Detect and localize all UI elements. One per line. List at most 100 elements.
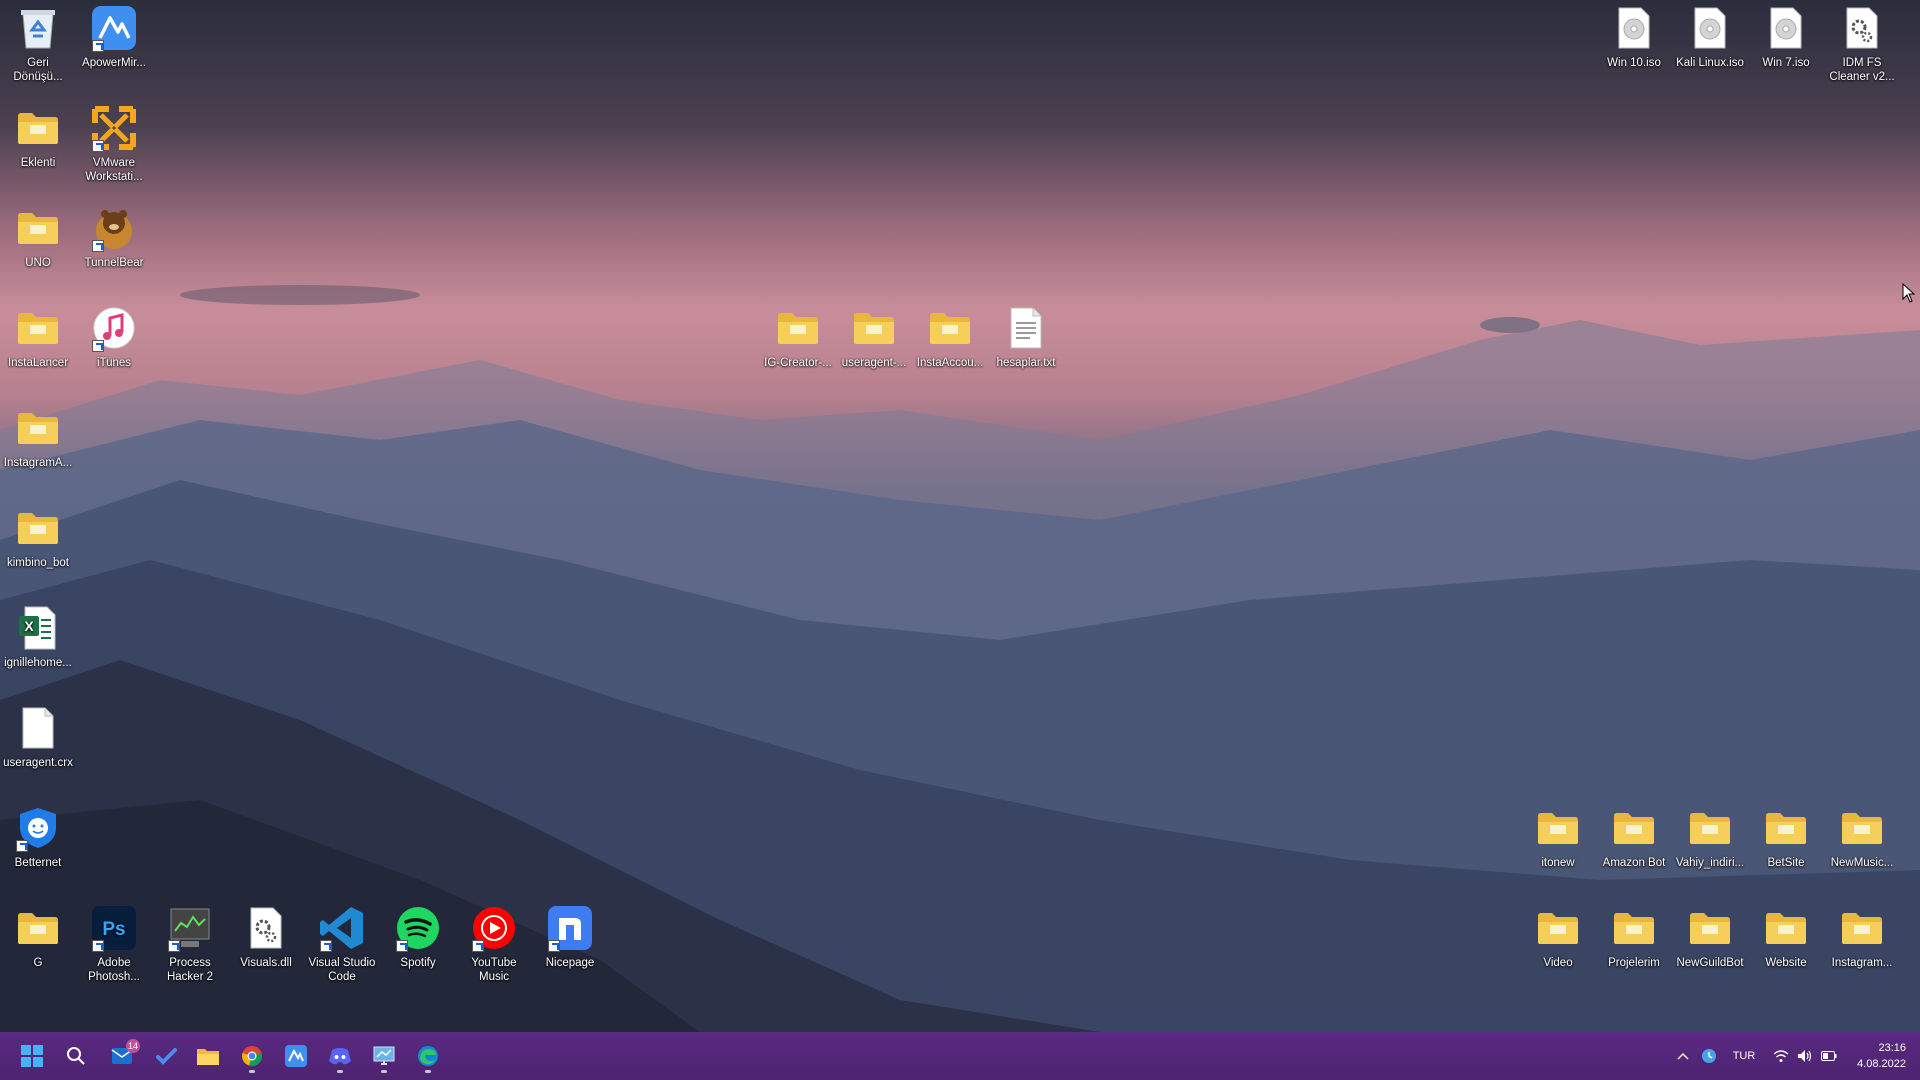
show-hidden-icons-chevron-icon[interactable] <box>1672 1032 1694 1080</box>
excel-file-icon: X <box>14 604 62 652</box>
desktop-icon[interactable]: Visuals.dll <box>228 904 304 970</box>
disc-image-icon <box>1762 4 1810 52</box>
discord-icon <box>328 1046 352 1066</box>
desktop-icon[interactable]: Betternet <box>0 804 76 870</box>
language-indicator[interactable]: TUR <box>1728 1032 1760 1080</box>
desktop-icon[interactable]: Website <box>1748 904 1824 970</box>
desktop-icon[interactable]: itonew <box>1520 804 1596 870</box>
desktop-icon[interactable]: Video <box>1520 904 1596 970</box>
recycle-bin-icon <box>14 4 62 52</box>
desktop-icon[interactable]: G <box>0 904 76 970</box>
file-explorer-icon <box>196 1046 220 1066</box>
desktop-icon-label: NewMusic... <box>1830 857 1894 869</box>
folder-icon <box>14 404 62 452</box>
taskbar-mail-button[interactable]: 14 <box>104 1038 140 1074</box>
betternet-icon <box>14 804 62 852</box>
desktop-icon-label: Eklenti <box>20 157 56 169</box>
shortcut-arrow-icon <box>92 340 104 352</box>
desktop-icon[interactable]: Xignillehome... <box>0 604 76 670</box>
shortcut-arrow-icon <box>92 140 104 152</box>
desktop-icon[interactable]: Eklenti <box>0 104 76 170</box>
taskbar-chrome-button[interactable] <box>234 1038 270 1074</box>
volume-icon[interactable] <box>1794 1032 1816 1080</box>
desktop-icon-label: Spotify <box>400 957 436 969</box>
desktop-icon-label: NewGuildBot <box>1676 957 1744 969</box>
file-icon <box>14 704 62 752</box>
desktop-icon[interactable]: InstaLancer <box>0 304 76 370</box>
desktop-icon[interactable]: Win 7.iso <box>1748 4 1824 70</box>
desktop-icon[interactable]: NewMusic... <box>1824 804 1900 870</box>
desktop-icon[interactable]: YouTube Music <box>456 904 532 984</box>
desktop-icon[interactable]: IG-Creator-... <box>760 304 836 370</box>
desktop-icon[interactable]: IDM FS Cleaner v2... <box>1824 4 1900 84</box>
apowermirror-icon <box>90 4 138 52</box>
desktop-icon[interactable]: Ps Adobe Photosh... <box>76 904 152 984</box>
taskbar-search-button[interactable] <box>58 1038 94 1074</box>
desktop-icon[interactable]: Win 10.iso <box>1596 4 1672 70</box>
taskbar-file-explorer-button[interactable] <box>190 1038 226 1074</box>
wifi-icon[interactable] <box>1770 1032 1792 1080</box>
desktop-icon[interactable]: VMware Workstati... <box>76 104 152 184</box>
taskbar-apowermirror-button[interactable] <box>278 1038 314 1074</box>
shortcut-arrow-icon <box>92 240 104 252</box>
battery-icon[interactable] <box>1818 1032 1840 1080</box>
taskbar-discord-button[interactable] <box>322 1038 358 1074</box>
clock[interactable]: 23:16 4.08.2022 <box>1857 1040 1906 1072</box>
desktop-icon[interactable]: InstagramA... <box>0 404 76 470</box>
desktop-icon[interactable]: BetSite <box>1748 804 1824 870</box>
desktop-icon[interactable]: useragent-... <box>836 304 912 370</box>
desktop-icon-label: Vahiy_indiri... <box>1675 857 1745 869</box>
desktop-icon[interactable]: Process Hacker 2 <box>152 904 228 984</box>
desktop-icon-label: Process Hacker 2 <box>166 957 214 983</box>
folder-icon <box>1838 804 1886 852</box>
tray-app-icon[interactable] <box>1698 1032 1720 1080</box>
folder-icon <box>1610 904 1658 952</box>
desktop-icon[interactable]: TunnelBear <box>76 204 152 270</box>
desktop-icon[interactable]: Spotify <box>380 904 456 970</box>
desktop-icon[interactable]: Nicepage <box>532 904 608 970</box>
desktop-icon[interactable]: Kali Linux.iso <box>1672 4 1748 70</box>
folder-icon <box>14 304 62 352</box>
desktop-icon[interactable]: NewGuildBot <box>1672 904 1748 970</box>
desktop-icon[interactable]: Projelerim <box>1596 904 1672 970</box>
desktop-icon[interactable]: Vahiy_indiri... <box>1672 804 1748 870</box>
desktop-icon-label: UNO <box>25 257 51 269</box>
desktop-icon[interactable]: UNO <box>0 204 76 270</box>
folder-icon <box>1686 904 1734 952</box>
desktop-icon[interactable]: Amazon Bot <box>1596 804 1672 870</box>
shortcut-arrow-icon <box>168 940 180 952</box>
folder-icon <box>774 304 822 352</box>
taskbar: 14 TUR 23:16 4.08.2022 <box>0 1032 1920 1080</box>
notification-badge: 14 <box>125 1039 140 1053</box>
clock-date: 4.08.2022 <box>1857 1058 1906 1070</box>
desktop-icon-label: Website <box>1765 957 1807 969</box>
desktop-icon[interactable]: Instagram... <box>1824 904 1900 970</box>
taskbar-start-button[interactable] <box>14 1038 50 1074</box>
desktop-icon[interactable]: useragent.crx <box>0 704 76 770</box>
folder-icon <box>1762 904 1810 952</box>
taskbar-edge-button[interactable] <box>410 1038 446 1074</box>
folder-icon <box>850 304 898 352</box>
desktop-icon-label: Instagram... <box>1831 957 1893 969</box>
folder-icon <box>14 204 62 252</box>
desktop-icon-label: hesaplar.txt <box>996 357 1056 369</box>
start-icon <box>21 1045 43 1067</box>
photoshop-icon: Ps <box>90 904 138 952</box>
settings-file-icon <box>1838 4 1886 52</box>
desktop-icon[interactable]: InstaAccou... <box>912 304 988 370</box>
running-indicator <box>381 1070 387 1073</box>
desktop-icon-label: Win 10.iso <box>1607 57 1661 69</box>
desktop-icon[interactable]: kimbino_bot <box>0 504 76 570</box>
taskbar-remote-desktop-button[interactable] <box>366 1038 402 1074</box>
desktop-icon-label: Kali Linux.iso <box>1676 57 1744 69</box>
desktop-icon[interactable]: iTunes <box>76 304 152 370</box>
taskbar-todo-button[interactable] <box>148 1038 184 1074</box>
desktop-icon[interactable]: Geri Dönüşü... <box>0 4 76 84</box>
desktop-icon-label: IDM FS Cleaner v2... <box>1829 57 1895 83</box>
desktop-icon[interactable]: hesaplar.txt <box>988 304 1064 370</box>
desktop-icon-label: Visual Studio Code <box>308 957 376 983</box>
desktop-icon[interactable]: ApowerMir... <box>76 4 152 70</box>
desktop-icon-label: useragent.crx <box>3 757 73 769</box>
clock-time: 23:16 <box>1878 1042 1906 1054</box>
desktop-icon[interactable]: Visual Studio Code <box>304 904 380 984</box>
